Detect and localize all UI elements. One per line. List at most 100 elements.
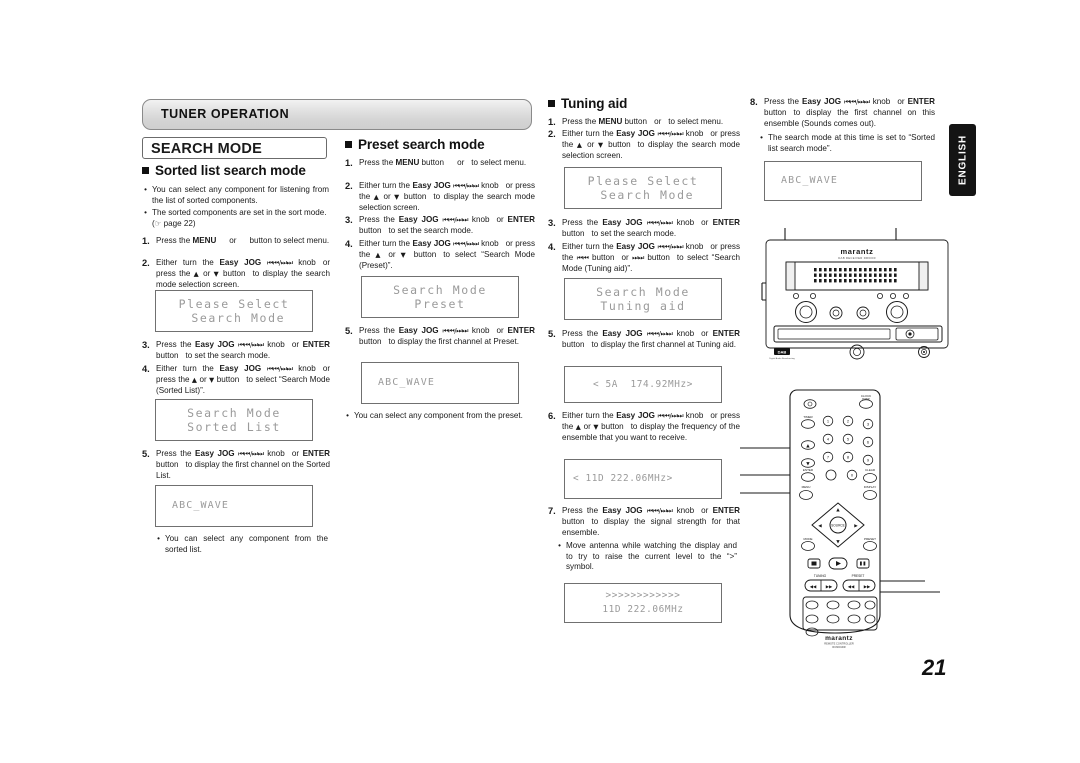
step-text: Press the MENU button or to select menu. bbox=[562, 117, 724, 126]
step-text: Either turn the Easy JOG ⏮⏮/⏭⏭ knob or pr… bbox=[562, 129, 740, 160]
footnote-text: You can select any component from the so… bbox=[165, 534, 328, 554]
lcd-text: Search Mode Sorted List bbox=[187, 406, 281, 434]
step-number: 3. bbox=[548, 218, 556, 228]
step-number: 3. bbox=[142, 340, 150, 350]
step-number: 2. bbox=[345, 181, 353, 191]
footnote-item: • The search mode at this time is set to… bbox=[759, 133, 935, 154]
step-number: 7. bbox=[548, 506, 556, 516]
svg-text:◀◀: ◀◀ bbox=[810, 585, 817, 590]
section-bar: TUNER OPERATION bbox=[142, 99, 532, 130]
svg-text:MENU: MENU bbox=[802, 485, 811, 489]
heading-sorted-list: Sorted list search mode bbox=[142, 163, 332, 178]
note-item: • You can select any component for liste… bbox=[143, 185, 329, 206]
bullet-dot-icon: • bbox=[157, 534, 160, 543]
lcd-display: Search Mode Tuning aid bbox=[564, 278, 722, 320]
step-text: Either turn the Easy JOG ⏮⏮/⏭⏭ knob or pr… bbox=[562, 242, 740, 273]
lcd-display: ABC_WAVE bbox=[764, 161, 922, 201]
footnote-item: • You can select any component from the … bbox=[156, 534, 328, 555]
step-text: Press the Easy JOG ⏮⏮/⏭⏭ knob or ENTER bu… bbox=[156, 449, 330, 480]
step-item: 1. Press the MENU or button to select menu… bbox=[142, 236, 330, 247]
svg-text:SOURCE: SOURCE bbox=[831, 524, 845, 528]
svg-text:DISPLAY: DISPLAY bbox=[864, 485, 876, 489]
bullet-dot-icon: • bbox=[558, 541, 561, 550]
step-number: 5. bbox=[142, 449, 150, 459]
step-text: Either turn the Easy JOG ⏮⏮/⏭⏭ knob or pr… bbox=[359, 239, 536, 270]
svg-text:CLEAR: CLEAR bbox=[865, 468, 876, 472]
note-text: You can select any component for listeni… bbox=[152, 185, 329, 205]
step-number: 4. bbox=[142, 364, 150, 374]
lcd-text: < 11D 222.06MHz> bbox=[573, 473, 673, 484]
page-title-box: SEARCH MODE bbox=[142, 137, 327, 159]
step-number: 8. bbox=[750, 97, 758, 107]
lcd-text: Please Select Search Mode bbox=[587, 174, 699, 202]
lcd-display: ABC_WAVE bbox=[361, 362, 519, 404]
svg-text:ENTER: ENTER bbox=[803, 468, 814, 472]
lcd-text: < 5A 174.92MHz> bbox=[593, 378, 693, 390]
heading-tuning-aid-label: Tuning aid bbox=[561, 96, 628, 111]
step-number: 6. bbox=[548, 411, 556, 421]
lcd-display: Please Select Search Mode bbox=[155, 290, 313, 332]
step-number: 5. bbox=[548, 329, 556, 339]
step-item: 5. Press the Easy JOG ⏮⏮/⏭⏭ knob or ENTER… bbox=[345, 326, 535, 348]
step-item: 4. Either turn the Easy JOG ⏮⏮/⏭⏭ knob or… bbox=[548, 242, 740, 274]
bullet-dot-icon: • bbox=[760, 133, 763, 142]
step-number: 4. bbox=[548, 242, 556, 252]
step-text: Press the Easy JOG ⏮⏮/⏭⏭ knob or ENTER bu… bbox=[562, 506, 740, 537]
step-item: 1. Press the MENU button or to select menu… bbox=[548, 117, 740, 128]
step-text: Press the Easy JOG ⏮⏮/⏭⏭ knob or ENTER bu… bbox=[156, 340, 330, 360]
svg-text:▼: ▼ bbox=[836, 540, 840, 545]
footnote-item: • Move antenna while watching the displa… bbox=[557, 541, 737, 573]
section-bar-label: TUNER OPERATION bbox=[161, 107, 290, 121]
lcd-display: Search Mode Preset bbox=[361, 276, 519, 318]
manual-page: TUNER OPERATION SEARCH MODE Sorted list … bbox=[0, 0, 1080, 763]
svg-text:MODE: MODE bbox=[804, 537, 813, 541]
svg-text:▶▶: ▶▶ bbox=[864, 585, 871, 590]
footnote-text: The search mode at this time is set to “… bbox=[768, 133, 935, 153]
step-number: 4. bbox=[345, 239, 353, 249]
remote-illustration: CLOCK /DISP. TIMER 1 2 3 ▲ 4 5 6 ▼ 7 8 9… bbox=[740, 385, 940, 650]
bullet-dot-icon: • bbox=[346, 411, 349, 420]
lcd-text: ABC_WAVE bbox=[781, 175, 838, 186]
step-item: 2. Either turn the Easy JOG ⏮⏮/⏭⏭ knob or… bbox=[548, 129, 740, 161]
svg-text:◀: ◀ bbox=[818, 524, 822, 529]
heading-sorted-list-label: Sorted list search mode bbox=[155, 163, 306, 178]
lcd-text: Please Select Search Mode bbox=[178, 297, 290, 325]
svg-text:marantz: marantz bbox=[841, 247, 874, 256]
svg-text:Digital Audio Broadcasting: Digital Audio Broadcasting bbox=[769, 357, 795, 360]
language-tab: ENGLISH bbox=[949, 124, 976, 196]
step-item: 7. Press the Easy JOG ⏮⏮/⏭⏭ knob or ENTER… bbox=[548, 506, 740, 538]
step-number: 3. bbox=[345, 215, 353, 225]
svg-text:▶▶: ▶▶ bbox=[826, 585, 833, 590]
bullet-dot-icon: • bbox=[144, 208, 147, 217]
heading-preset-label: Preset search mode bbox=[358, 137, 485, 152]
step-text: Either turn the Easy JOG ⏮⏮/⏭⏭ knob or pr… bbox=[562, 411, 740, 442]
footnote-item: • You can select any component from the … bbox=[345, 411, 533, 422]
square-bullet-icon bbox=[548, 100, 555, 107]
svg-text:TIMER: TIMER bbox=[803, 415, 813, 419]
page-number: 21 bbox=[922, 655, 947, 680]
heading-tuning-aid: Tuning aid bbox=[548, 96, 743, 111]
step-item: 3. Press the Easy JOG ⏮⏮/⏭⏭ knob or ENTER… bbox=[345, 215, 535, 237]
receiver-illustration: marantz DAB RECEIVER DR6000 DAB Digital … bbox=[758, 228, 958, 363]
svg-text:marantz: marantz bbox=[825, 635, 853, 642]
language-tab-label: ENGLISH bbox=[957, 134, 968, 186]
step-item: 2. Either turn the Easy JOG ⏮⏮/⏭⏭ knob or… bbox=[345, 181, 535, 213]
page-reference: page 22 bbox=[163, 218, 193, 228]
lcd-display: Please Select Search Mode bbox=[564, 167, 722, 209]
lcd-text: ABC_WAVE bbox=[378, 377, 435, 388]
step-item: 5. Press the Easy JOG ⏮⏮/⏭⏭ knob or ENTER… bbox=[548, 329, 740, 351]
step-number: 1. bbox=[142, 236, 150, 246]
svg-text:/DISP.: /DISP. bbox=[862, 397, 870, 401]
step-text: Either turn the Easy JOG ⏮⏮/⏭⏭ knob or pr… bbox=[156, 258, 331, 289]
step-item: 4. Either turn the Easy JOG ⏮⏮/⏭⏭ knob or… bbox=[142, 364, 330, 396]
step-item: 6. Either turn the Easy JOG ⏮⏮/⏭⏭ knob or… bbox=[548, 411, 740, 443]
step-item: 1. Press the MENU button or to select menu… bbox=[345, 158, 535, 169]
lcd-text: Search Mode Preset bbox=[393, 283, 487, 311]
step-text: Either turn the Easy JOG ⏮⏮/⏭⏭ knob or pr… bbox=[359, 181, 536, 212]
square-bullet-icon bbox=[142, 167, 149, 174]
step-item: 3. Press the Easy JOG ⏮⏮/⏭⏭ knob or ENTER… bbox=[142, 340, 330, 362]
step-number: 1. bbox=[345, 158, 353, 168]
step-text: Press the Easy JOG ⏮⏮/⏭⏭ knob or ENTER bu… bbox=[562, 329, 740, 349]
step-text: Press the Easy JOG ⏮⏮/⏭⏭ knob or ENTER bu… bbox=[359, 215, 535, 235]
square-bullet-icon bbox=[345, 141, 352, 148]
